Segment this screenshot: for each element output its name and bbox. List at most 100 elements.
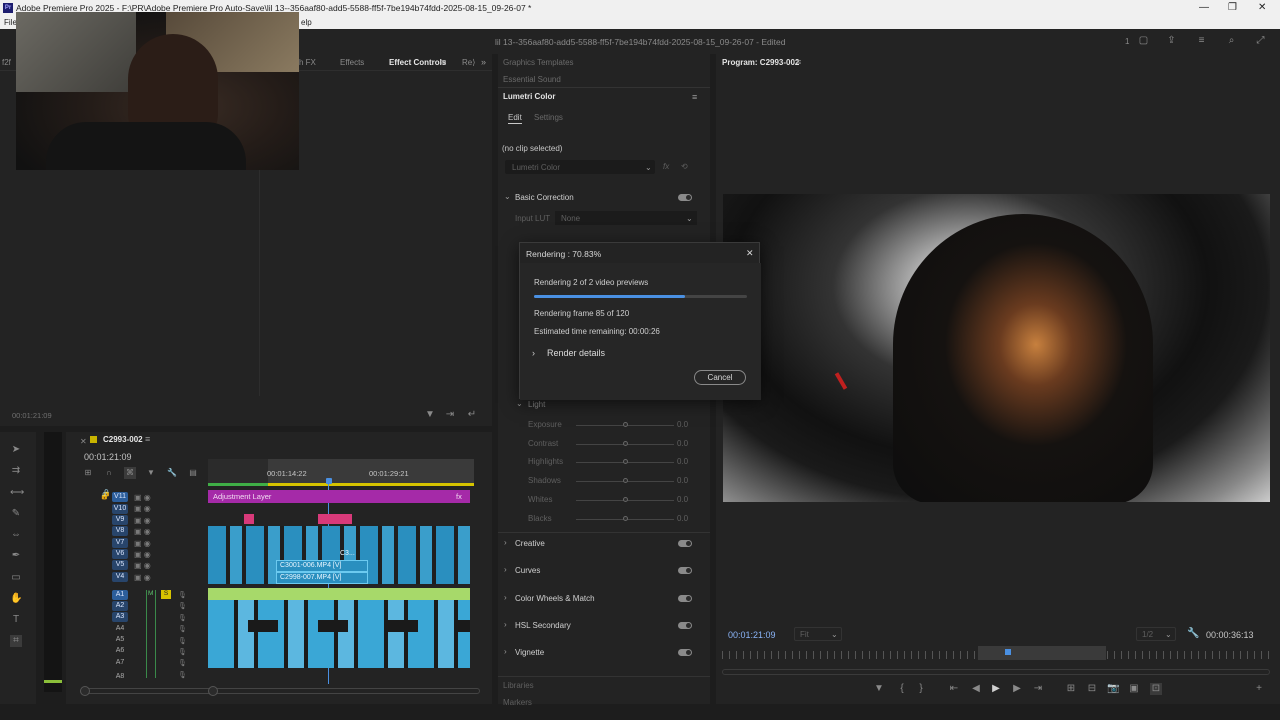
lift-icon[interactable]: ⊞	[1065, 683, 1077, 695]
pen-icon[interactable]: ✒	[10, 550, 22, 562]
snap-icon[interactable]: ⊞	[82, 467, 94, 479]
tab-markers[interactable]: Markers	[503, 698, 532, 707]
search-icon[interactable]: ⌕	[1226, 35, 1237, 46]
return-icon[interactable]: ↵	[466, 409, 478, 421]
light-param-exposure-value[interactable]: 0.0	[677, 420, 688, 429]
tab-more[interactable]: Re⟩	[462, 58, 475, 67]
toggle-vignette[interactable]	[678, 649, 692, 657]
tab-libraries[interactable]: Libraries	[503, 681, 534, 690]
section-light[interactable]: Light	[528, 400, 545, 409]
ripple-icon[interactable]: ⟷	[10, 487, 24, 499]
chevron-right-icon[interactable]: ›	[504, 620, 507, 629]
mute-button-a1[interactable]: M	[148, 590, 153, 597]
workspace-icon[interactable]: ▢	[1138, 35, 1149, 46]
track-select-icon[interactable]: ⇉	[10, 465, 22, 477]
wrench-icon[interactable]: 🔧	[166, 467, 178, 479]
render-details-toggle[interactable]: Render details	[547, 348, 605, 358]
toggle-hsl-secondary[interactable]	[678, 621, 692, 629]
track-label-v4[interactable]: V4	[112, 572, 128, 582]
play-icon[interactable]: ▶	[990, 683, 1002, 695]
linked-icon[interactable]: ⌘	[124, 467, 136, 479]
step-back-icon[interactable]: ◀	[970, 683, 982, 695]
mark-out-icon[interactable]: }	[915, 683, 927, 695]
track-label-a4[interactable]: A4	[112, 624, 128, 634]
light-param-contrast-value[interactable]: 0.0	[677, 439, 688, 448]
tab-graphics-templates[interactable]: Graphics Templates	[503, 58, 574, 67]
section-creative[interactable]: Creative	[515, 539, 545, 548]
magnet-icon[interactable]: ∩	[103, 467, 115, 479]
track-label-v10[interactable]: V10	[112, 504, 128, 514]
toggle-color-wheels-match[interactable]	[678, 594, 692, 602]
rectangle-icon[interactable]: ▭	[10, 572, 22, 584]
toggle-creative[interactable]	[678, 540, 692, 547]
panel-menu-icon[interactable]: ≡	[441, 57, 446, 67]
track-label-v8[interactable]: V8	[112, 526, 128, 536]
zoom-handle-right[interactable]	[208, 686, 218, 696]
track-label-a5[interactable]: A5	[112, 635, 128, 645]
solo-button-a1[interactable]: S	[161, 590, 171, 599]
section-hsl-secondary[interactable]: HSL Secondary	[515, 621, 571, 630]
chevron-down-icon[interactable]: ⌄	[504, 192, 511, 201]
track-label-a2[interactable]: A2	[112, 601, 128, 611]
tab-lumetri-color[interactable]: Lumetri Color	[503, 92, 555, 101]
add-button-icon[interactable]: +	[1253, 683, 1265, 695]
overflow-icon[interactable]: »	[481, 57, 486, 67]
hand-icon[interactable]: ✋	[10, 593, 22, 605]
captions-track-icon[interactable]: ▤	[187, 467, 199, 479]
track-label-a3[interactable]: A3	[112, 612, 128, 622]
track-label-a7[interactable]: A7	[112, 658, 128, 668]
tab-effects[interactable]: Effects	[340, 58, 364, 67]
mark-in-icon[interactable]: {	[896, 683, 908, 695]
track-label-v7[interactable]: V7	[112, 538, 128, 548]
section-basic-correction[interactable]: Basic Correction	[515, 193, 574, 202]
light-param-shadows-value[interactable]: 0.0	[677, 476, 688, 485]
overlay-icon[interactable]: ⊡	[1150, 683, 1162, 695]
light-param-blacks-value[interactable]: 0.0	[677, 514, 688, 523]
track-label-a8[interactable]: A8	[112, 672, 128, 682]
chevron-right-icon[interactable]: ›	[504, 538, 507, 547]
track-label-v9[interactable]: V9	[112, 515, 128, 525]
mute-buttons[interactable]	[146, 590, 156, 678]
video-clip[interactable]	[318, 514, 352, 524]
program-menu-icon[interactable]: ≡	[796, 57, 801, 67]
section-curves[interactable]: Curves	[515, 566, 540, 575]
slider-knob[interactable]	[623, 440, 628, 446]
light-param-highlights-value[interactable]: 0.0	[677, 457, 688, 466]
timeline-zoom-scrollbar[interactable]	[80, 688, 480, 694]
track-label-a1[interactable]: A1	[112, 590, 128, 600]
extract-icon[interactable]: ⊟	[1086, 683, 1098, 695]
type-icon[interactable]: T	[10, 614, 22, 626]
menu-file[interactable]: File	[4, 18, 17, 27]
reset-icon[interactable]: ⟲	[681, 162, 688, 171]
slider-knob[interactable]	[623, 515, 628, 521]
razor-icon[interactable]: ✎	[10, 508, 22, 520]
section-color-wheels-match[interactable]: Color Wheels & Match	[515, 594, 595, 603]
marker-icon[interactable]: ▼	[145, 467, 157, 479]
chevron-right-icon[interactable]: ›	[504, 565, 507, 574]
timeline-menu-icon[interactable]: ≡	[145, 434, 150, 444]
tab-edit[interactable]: Edit	[508, 113, 522, 122]
go-to-out-icon[interactable]: ⇥	[1032, 683, 1044, 695]
maximize-button[interactable]: ❐	[1228, 2, 1237, 13]
captions-icon[interactable]: ⌗	[10, 635, 22, 647]
track-label-a6[interactable]: A6	[112, 646, 128, 656]
program-video-frame[interactable]	[723, 194, 1270, 502]
tab-left[interactable]: f2f	[2, 58, 11, 67]
fx-icon[interactable]: fx	[663, 162, 669, 171]
tab-timeline-sequence[interactable]: C2993-002	[103, 435, 143, 444]
track-label-v6[interactable]: V6	[112, 549, 128, 559]
program-timecode[interactable]: 00:01:21:09	[728, 630, 776, 640]
close-tab-icon[interactable]: ✕	[80, 437, 87, 446]
cancel-button[interactable]: Cancel	[694, 370, 746, 385]
track-eye-icons[interactable]: ▣ ◉ ▣ ◉ ▣ ◉ ▣ ◉ ▣ ◉ ▣ ◉ ▣ ◉ ▣ ◉	[134, 492, 151, 583]
go-to-in-icon[interactable]: ⇤	[948, 683, 960, 695]
filter-icon[interactable]: ▼	[424, 409, 436, 421]
camera-icon[interactable]: 📷	[1107, 683, 1119, 695]
playhead-handle[interactable]	[326, 478, 332, 484]
selection-tool-icon[interactable]: ➤	[10, 444, 22, 456]
marker-icon[interactable]: ▼	[873, 683, 885, 695]
step-forward-icon[interactable]: ▶	[1011, 683, 1023, 695]
video-clip[interactable]	[244, 514, 254, 524]
export-icon[interactable]: ⇥	[444, 409, 456, 421]
render-close-icon[interactable]: ✕	[746, 248, 754, 259]
